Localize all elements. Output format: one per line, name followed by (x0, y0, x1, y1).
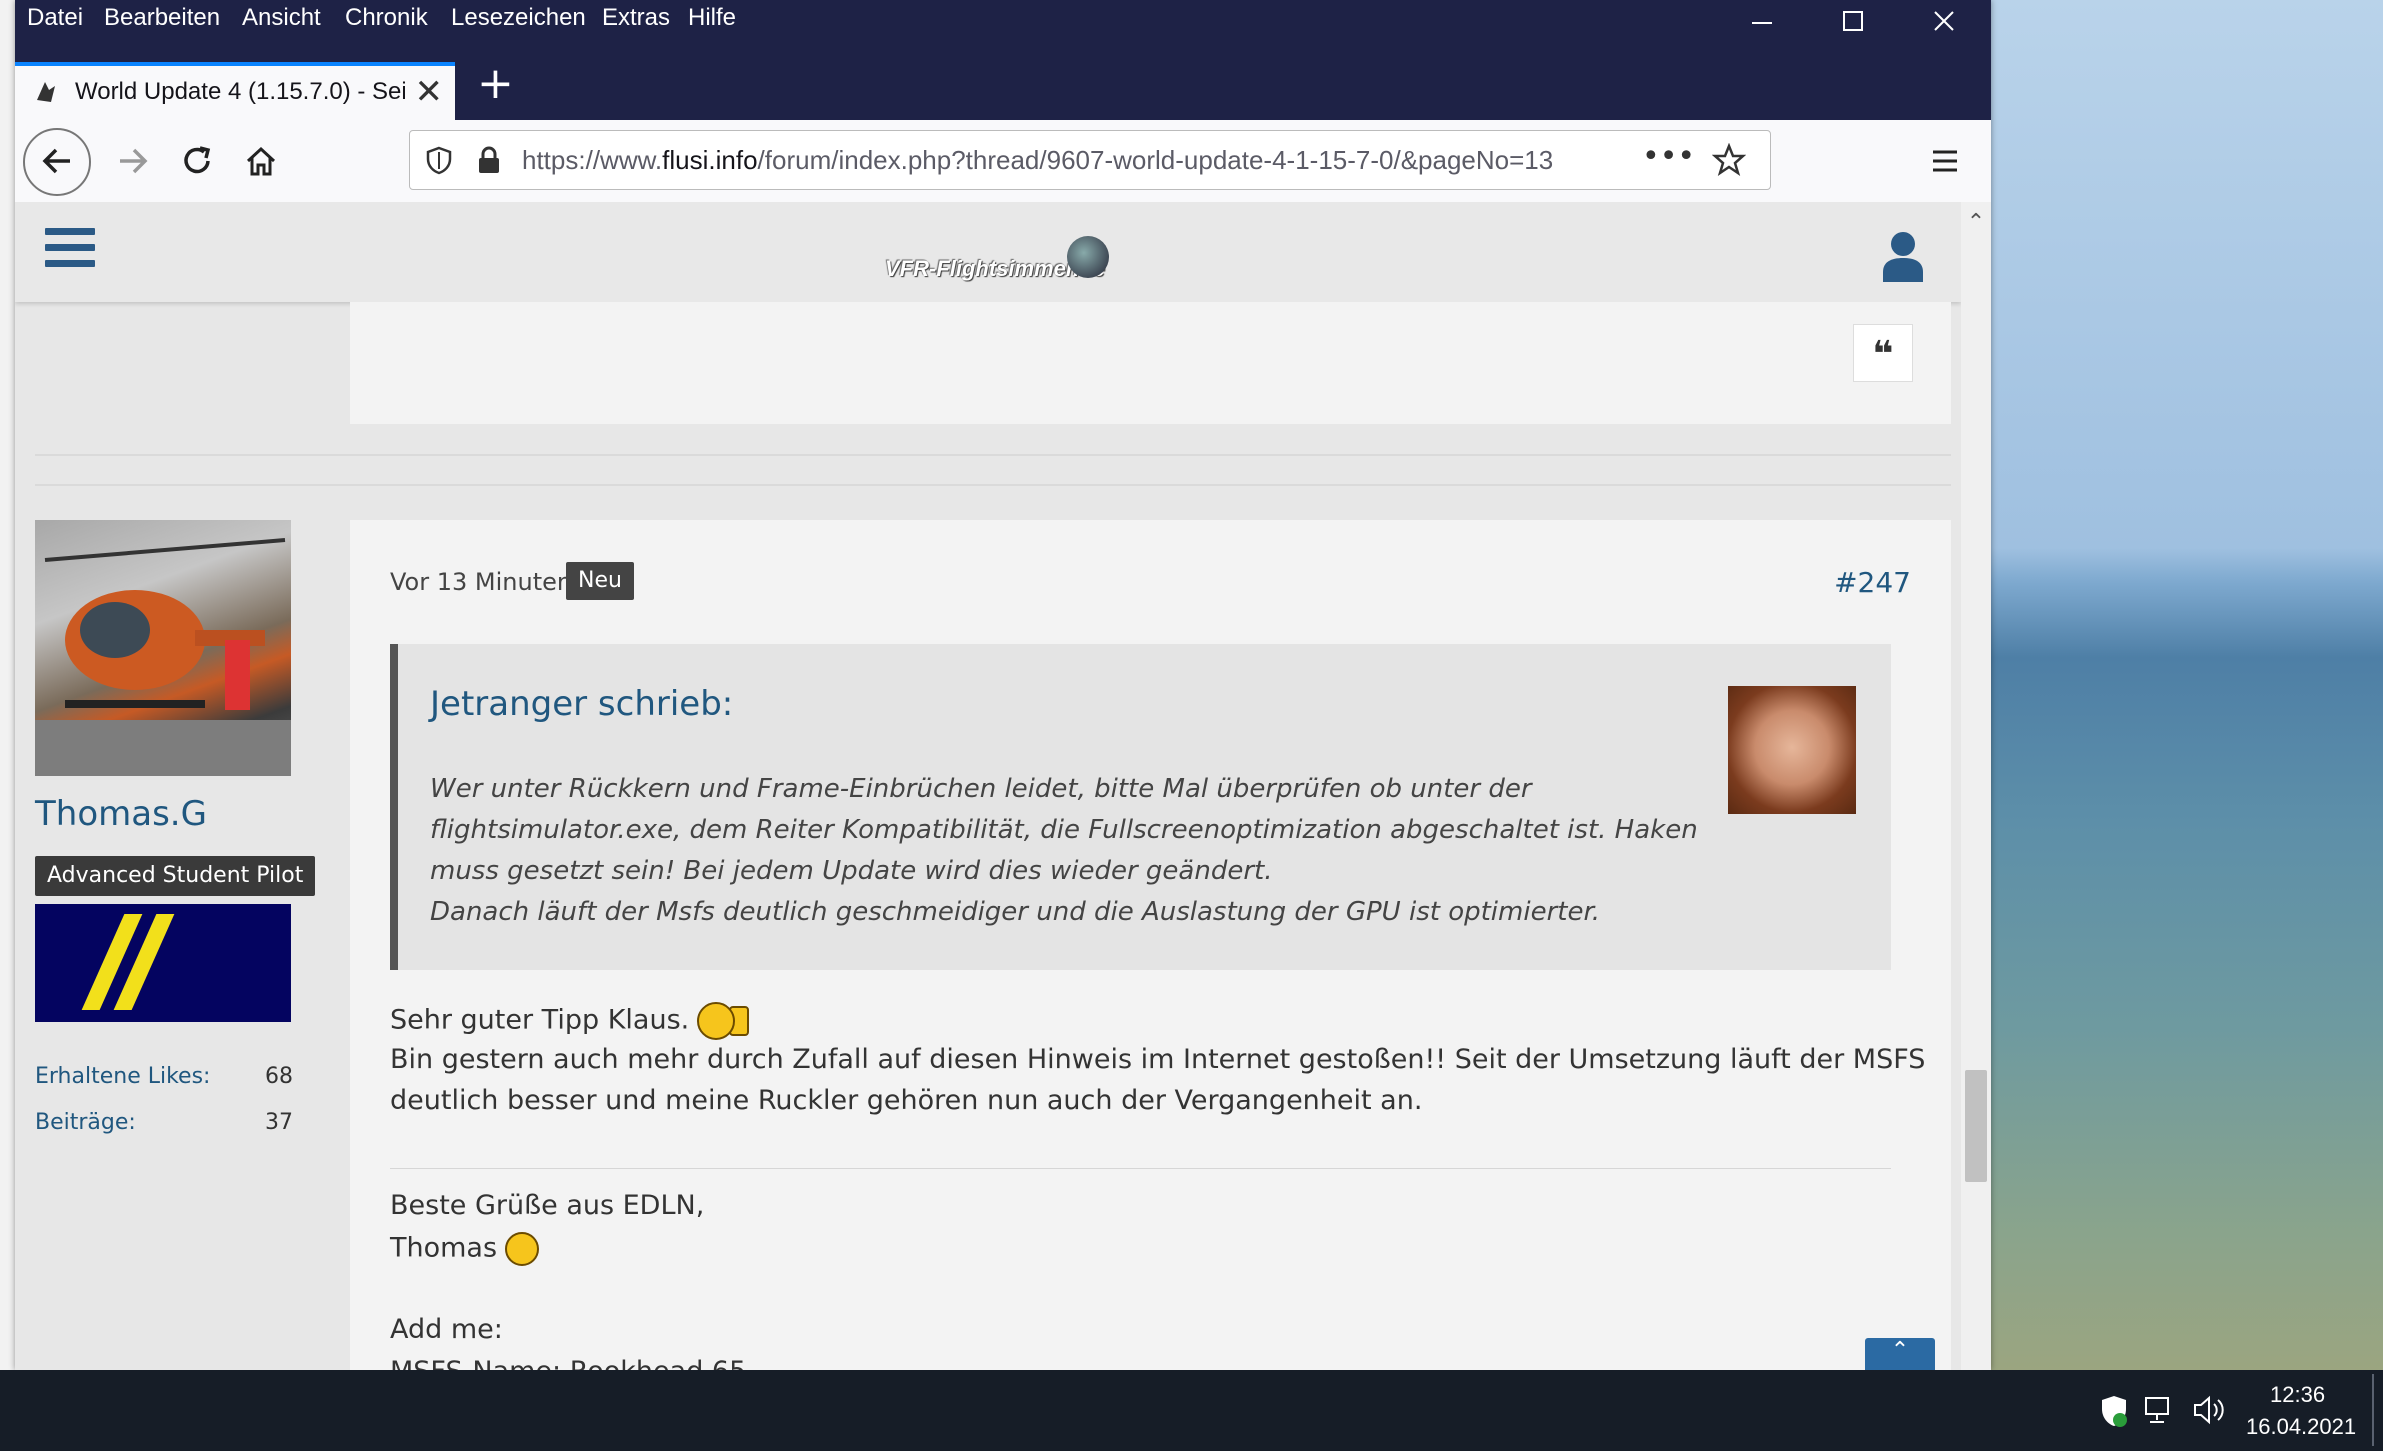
reload-button[interactable] (167, 132, 227, 192)
menu-icon (1933, 150, 1957, 172)
shield-icon[interactable] (424, 145, 454, 175)
menu-ansicht[interactable]: Ansicht (242, 4, 321, 32)
quote-text-line: flightsimulator.exe, dem Reiter Kompatib… (430, 815, 1698, 845)
logo-globe-icon (1067, 236, 1109, 278)
new-tab-button[interactable]: + (477, 58, 514, 109)
username-link[interactable]: Thomas.G (35, 794, 207, 834)
web-page: VFR-Flightsimmer.de ❝ Thomas.G Advanced … (15, 202, 1961, 1370)
previous-post (350, 302, 1951, 424)
thumbs-up-smiley-icon (697, 1002, 736, 1040)
menu-chronik[interactable]: Chronik (345, 4, 428, 32)
url-text[interactable]: https://www.flusi.info/forum/index.php?t… (522, 145, 1627, 176)
quote-button[interactable]: ❝ (1853, 324, 1913, 382)
pilot-smiley-icon (505, 1232, 540, 1266)
reload-icon (184, 146, 211, 174)
defender-shield-icon[interactable] (2098, 1394, 2130, 1428)
signature-text: Thomas (390, 1232, 498, 1264)
forum-post: Vor 13 Minuten Neu #247 Jetranger schrie… (350, 520, 1951, 1370)
post-body-text: Sehr guter Tipp Klaus. (390, 1004, 690, 1036)
stat-value-likes: 68 (265, 1064, 293, 1089)
stat-label-posts[interactable]: Beiträge: (35, 1110, 136, 1135)
menu-lesezeichen[interactable]: Lesezeichen (451, 4, 586, 32)
stat-label-likes[interactable]: Erhaltene Likes: (35, 1064, 210, 1089)
menu-bar: Datei Bearbeiten Ansicht Chronik Lesezei… (15, 0, 1991, 44)
post-body-line: Bin gestern auch mehr durch Zufall auf d… (390, 1044, 1926, 1075)
arrow-right-icon (120, 148, 148, 174)
clock-date[interactable]: 16.04.2021 (2246, 1414, 2356, 1440)
browser-window: Datei Bearbeiten Ansicht Chronik Lesezei… (15, 0, 1991, 1370)
lock-icon[interactable] (476, 145, 502, 175)
signature-line: Beste Grüße aus EDLN, (390, 1190, 705, 1221)
show-desktop-button[interactable] (2372, 1374, 2374, 1446)
helicopter-avatar-image (35, 538, 291, 776)
scrollbar-thumb[interactable] (1965, 1070, 1987, 1182)
signature-line: Thomas (390, 1232, 540, 1266)
quote-text-line: Danach läuft der Msfs deutlich geschmeid… (430, 897, 1601, 927)
taskbar: 12:36 16.04.2021 (0, 1370, 2383, 1451)
quote-icon: ❝ (1872, 334, 1894, 375)
quote-text-line: muss gesetzt sein! Bei jedem Update wird… (430, 856, 1273, 886)
quote-block: Jetranger schrieb: Wer unter Rückkern un… (390, 644, 1891, 970)
home-button[interactable] (231, 132, 291, 192)
tab-strip: World Update 4 (1.15.7.0) - Seite ✕ + (15, 44, 1991, 122)
stat-value-posts: 37 (265, 1110, 293, 1135)
star-icon[interactable] (1712, 143, 1746, 177)
app-menu-button[interactable] (1915, 132, 1975, 192)
volume-icon[interactable] (2192, 1394, 2228, 1426)
maximize-button[interactable] (1823, 6, 1883, 46)
post-separator (35, 484, 1951, 486)
quote-author-link[interactable]: Jetranger schrieb: (430, 684, 733, 724)
navigation-bar: https://www.flusi.info/forum/index.php?t… (15, 120, 1991, 203)
forward-button[interactable] (103, 132, 163, 192)
back-button[interactable] (23, 128, 91, 196)
minimize-button[interactable] (1732, 6, 1792, 46)
close-icon (1934, 11, 1954, 31)
chevron-up-icon: ⌃ (1890, 1338, 1910, 1363)
new-badge: Neu (566, 562, 634, 600)
avatar[interactable] (35, 520, 291, 776)
scroll-to-top-button[interactable]: ⌃ (1865, 1338, 1935, 1370)
signature-divider (390, 1168, 1891, 1169)
url-bar[interactable]: https://www.flusi.info/forum/index.php?t… (409, 130, 1771, 190)
network-icon[interactable] (2144, 1394, 2178, 1426)
post-separator (35, 454, 1951, 456)
post-permalink[interactable]: #247 (1834, 566, 1911, 599)
post-body-line: Sehr guter Tipp Klaus. (390, 1002, 750, 1040)
menu-bearbeiten[interactable]: Bearbeiten (104, 4, 220, 32)
maximize-icon (1843, 11, 1863, 31)
tab-title: World Update 4 (1.15.7.0) - Seite (75, 78, 405, 105)
minimize-icon (1752, 22, 1772, 24)
quote-author-avatar[interactable] (1728, 686, 1856, 814)
site-menu-icon[interactable] (45, 228, 95, 270)
user-rank-banner (35, 904, 291, 1022)
signature-line: Add me: (390, 1314, 503, 1345)
page-actions-icon[interactable]: ••• (1642, 139, 1695, 174)
arrow-left-icon (42, 148, 70, 174)
page-scrollbar[interactable]: ⌃ (1961, 202, 1991, 1370)
site-header: VFR-Flightsimmer.de (15, 202, 1961, 302)
menu-hilfe[interactable]: Hilfe (688, 4, 736, 32)
menu-datei[interactable]: Datei (27, 4, 83, 32)
scroll-up-icon[interactable]: ⌃ (1961, 210, 1991, 235)
tab-close-icon[interactable]: ✕ (415, 72, 444, 112)
quote-text-line: Wer unter Rückkern und Frame-Einbrüchen … (430, 774, 1532, 804)
user-icon[interactable] (1881, 230, 1925, 282)
background-window-edge (0, 0, 15, 1370)
site-favicon-icon (37, 82, 55, 102)
close-window-button[interactable] (1914, 6, 1974, 46)
clock-time[interactable]: 12:36 (2270, 1382, 2325, 1408)
home-icon (246, 146, 276, 176)
user-rank-badge: Advanced Student Pilot (35, 856, 316, 896)
tab-world-update[interactable]: World Update 4 (1.15.7.0) - Seite ✕ (15, 62, 455, 122)
post-timestamp[interactable]: Vor 13 Minuten (390, 568, 572, 596)
post-body-line: deutlich besser und meine Ruckler gehöre… (390, 1085, 1423, 1116)
menu-extras[interactable]: Extras (602, 4, 670, 32)
signature-line: MSFS-Name: Rookhead 65 (390, 1356, 746, 1370)
